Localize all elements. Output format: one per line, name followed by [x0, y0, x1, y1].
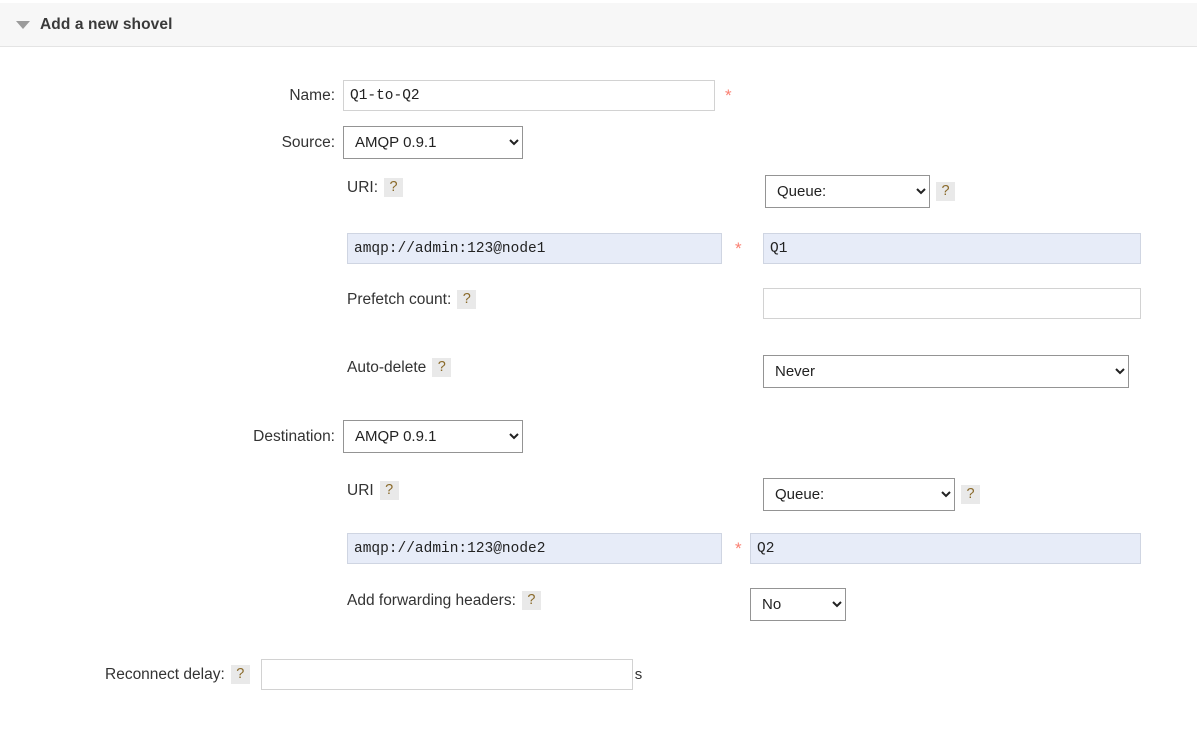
section-header[interactable]: Add a new shovel	[0, 3, 1197, 47]
destination-uri-help-icon[interactable]: ?	[379, 481, 399, 500]
source-prefetch-value-row	[763, 288, 1141, 319]
reconnect-delay-unit: s	[634, 666, 643, 683]
source-autodelete-help-icon[interactable]: ?	[432, 358, 452, 377]
page-title: Add a new shovel	[40, 15, 173, 33]
source-uri-help-icon[interactable]: ?	[384, 178, 403, 197]
name-row: Name: *	[252, 80, 732, 111]
destination-endpoint-value-row	[750, 533, 1141, 564]
source-protocol-select[interactable]: AMQP 0.9.1	[343, 126, 523, 159]
name-label: Name:	[289, 86, 335, 104]
forwarding-headers-select[interactable]: No	[750, 588, 846, 621]
destination-row: Destination: AMQP 0.9.1	[190, 420, 523, 453]
source-uri-value-row: *	[347, 233, 742, 264]
destination-uri-label-row: URI ?	[347, 481, 399, 500]
destination-endpoint-type-row: Queue: ?	[763, 478, 980, 511]
destination-uri-label: URI	[347, 481, 374, 499]
source-endpoint-type-row: Queue: ?	[765, 175, 955, 208]
source-prefetch-label-row: Prefetch count: ?	[347, 290, 477, 309]
destination-uri-required-marker: *	[735, 539, 742, 558]
source-autodelete-select[interactable]: Never	[763, 355, 1129, 388]
triangle-down-icon[interactable]	[16, 20, 30, 29]
name-input[interactable]	[343, 80, 715, 111]
source-endpoint-value-row	[763, 233, 1141, 264]
destination-endpoint-help-icon[interactable]: ?	[961, 485, 980, 504]
source-row: Source: AMQP 0.9.1	[236, 126, 523, 159]
source-autodelete-value-row: Never	[763, 355, 1129, 388]
source-uri-input[interactable]	[347, 233, 722, 264]
destination-protocol-select[interactable]: AMQP 0.9.1	[343, 420, 523, 453]
source-endpoint-type-select[interactable]: Queue:	[765, 175, 930, 208]
reconnect-delay-input[interactable]	[260, 659, 633, 690]
destination-uri-value-row: *	[347, 533, 742, 564]
source-label: Source:	[281, 133, 335, 151]
name-required-marker: *	[725, 86, 732, 105]
source-uri-required-marker: *	[735, 239, 742, 258]
reconnect-delay-help-icon[interactable]: ?	[230, 665, 250, 684]
destination-endpoint-input[interactable]	[750, 533, 1141, 564]
forwarding-headers-label-row: Add forwarding headers: ?	[347, 591, 541, 610]
forwarding-headers-label: Add forwarding headers:	[347, 591, 516, 609]
source-uri-label-row: URI: ?	[347, 178, 403, 197]
source-uri-label: URI:	[347, 178, 378, 196]
source-autodelete-label-row: Auto-delete ?	[347, 358, 452, 377]
destination-label: Destination:	[253, 427, 335, 445]
source-autodelete-label: Auto-delete	[347, 358, 427, 376]
source-endpoint-help-icon[interactable]: ?	[936, 182, 955, 201]
reconnect-delay-label: Reconnect delay:	[105, 665, 225, 683]
source-prefetch-label: Prefetch count:	[347, 290, 452, 308]
destination-endpoint-type-select[interactable]: Queue:	[763, 478, 955, 511]
forwarding-headers-value-row: No	[750, 588, 846, 621]
forwarding-headers-help-icon[interactable]: ?	[521, 591, 541, 610]
destination-uri-input[interactable]	[347, 533, 722, 564]
source-endpoint-input[interactable]	[763, 233, 1141, 264]
source-prefetch-help-icon[interactable]: ?	[457, 290, 477, 309]
reconnect-delay-row: Reconnect delay: ? s	[105, 659, 642, 690]
source-prefetch-input[interactable]	[763, 288, 1141, 319]
